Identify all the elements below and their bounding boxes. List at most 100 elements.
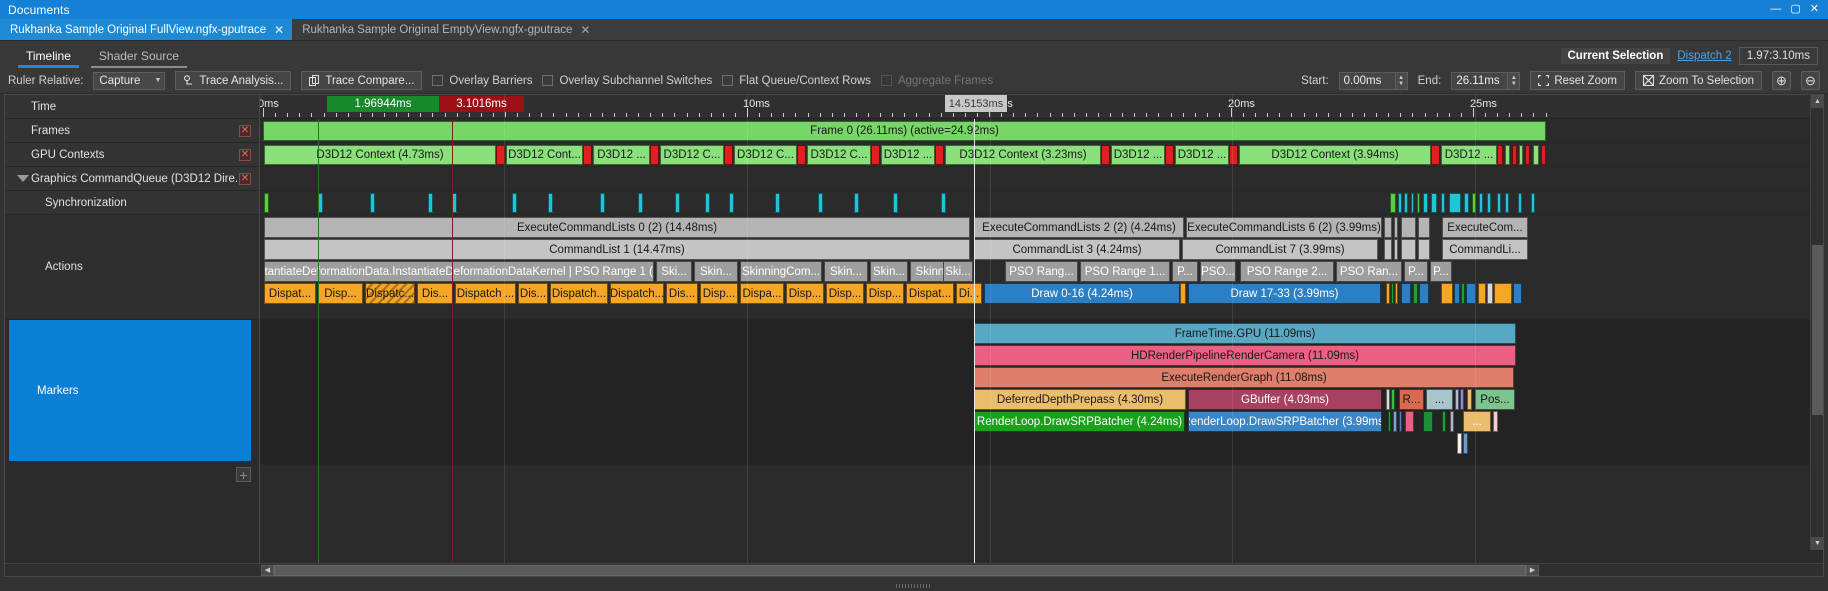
timeline-bar[interactable]: D3D12 Context (4.73ms) [264,145,496,165]
timeline-bar[interactable]: Ski... [943,261,973,282]
timeline-bar[interactable] [1418,239,1430,260]
timeline-track-area[interactable]: 0ms5ms10ms15ms20ms25ms1.96944ms3.1016ms1… [260,95,1823,563]
close-icon[interactable]: ✕ [239,148,251,161]
timeline-bar[interactable]: D3D12 Context (3.94ms) [1239,145,1431,165]
timeline-bar[interactable] [1395,283,1398,304]
close-icon[interactable]: ✕ [1810,4,1819,15]
timeline-bar[interactable] [1531,193,1535,213]
timeline-bar[interactable] [818,193,823,213]
timeline-bar[interactable] [1505,145,1510,165]
timeline-bar[interactable] [1461,283,1465,304]
timeline-bar[interactable] [1487,193,1491,213]
start-time-stepper[interactable]: 0.00ms ▲ ▼ [1338,71,1408,90]
timeline-bar[interactable]: RenderLoop.DrawSRPBatcher (4.24ms) [974,411,1185,432]
timeline-bar[interactable] [1467,389,1472,410]
zoom-in-button[interactable]: ⊕ [1772,71,1791,90]
timeline-bar[interactable] [1494,283,1512,304]
timeline-bar[interactable] [650,145,659,165]
timeline-bar[interactable]: Pos... [1475,389,1515,410]
timeline-bar[interactable]: CommandList 7 (3.99ms) [1182,239,1378,260]
tab-shader-source[interactable]: Shader Source [85,46,193,68]
timeline-bar[interactable]: Skin... [694,261,738,282]
trace-compare-button[interactable]: Trace Compare... [301,71,423,90]
timeline-bar[interactable] [893,193,898,213]
timeline-cursor-line[interactable] [452,119,453,563]
timeline-bar[interactable] [1463,433,1468,454]
maximize-icon[interactable]: ▢ [1790,4,1800,15]
timeline-bar[interactable] [1405,411,1414,432]
horizontal-scrollbar[interactable]: ◀ ▶ [5,563,1823,576]
timeline-bar[interactable]: PSO Range 2... [1240,261,1334,282]
timeline-bar[interactable] [941,193,946,213]
timeline-bar[interactable] [1431,145,1440,165]
reset-zoom-button[interactable]: Reset Zoom [1530,71,1625,90]
timeline-bar[interactable] [1386,283,1390,304]
timeline-cursor-line[interactable] [318,119,319,563]
timeline-bar[interactable]: ... [1426,389,1453,410]
close-icon[interactable]: ✕ [239,172,251,185]
timeline-cursor-line[interactable] [974,119,975,563]
timeline-bar[interactable] [1460,389,1464,410]
document-tab-emptyview[interactable]: Rukhanka Sample Original EmptyView.ngfx-… [292,19,599,40]
timeline-bar[interactable] [1423,411,1433,432]
end-time-spin-buttons[interactable]: ▲ ▼ [1507,71,1521,90]
ruler-selection-end-pill[interactable]: 3.1016ms [439,96,524,112]
timeline-bar[interactable] [1394,239,1398,260]
timeline-bar[interactable] [1401,217,1416,238]
timeline-bar[interactable]: Dispatch ... [455,283,516,304]
row-header-time[interactable]: Time [5,95,259,119]
close-icon[interactable]: ✕ [274,23,284,37]
timeline-bar[interactable]: Dispat... [906,283,954,304]
timeline-bar[interactable]: D3D12 Cont... [506,145,583,165]
timeline-bar[interactable]: D3D12 C... [734,145,797,165]
timeline-bar[interactable]: ExecuteCommandLists 0 (2) (14.48ms) [264,217,970,238]
timeline-bar[interactable]: CommandLi... [1442,239,1528,260]
end-time-stepper[interactable]: 26.11ms ▲ ▼ [1451,71,1521,90]
ruler-selection-start-pill[interactable]: 1.96944ms [327,96,439,112]
timeline-bar[interactable] [1449,193,1461,213]
timeline-bar[interactable] [1165,145,1174,165]
timeline-bar[interactable] [1401,239,1416,260]
timeline-bar[interactable] [1390,193,1396,213]
timeline-bar[interactable] [1418,217,1430,238]
row-header-actions[interactable]: Actions [5,215,259,320]
document-tab-fullview[interactable]: Rukhanka Sample Original FullView.ngfx-g… [0,19,293,40]
timeline-bar[interactable] [1411,193,1414,213]
timeline-bar[interactable] [1386,389,1390,410]
timeline-bar[interactable] [1384,217,1392,238]
timeline-bar[interactable] [638,193,643,213]
timeline-bar[interactable]: PSO... [1200,261,1236,282]
timeline-bar[interactable]: PSO Rang... [1005,261,1078,282]
timeline-bar[interactable] [1457,433,1462,454]
timeline-bar[interactable]: CommandList 1 (14.47ms) [264,239,970,260]
timeline-bar[interactable] [797,145,806,165]
timeline-bar[interactable] [1399,411,1402,432]
timeline-bar[interactable] [1525,145,1530,165]
timeline-bar[interactable] [1454,283,1460,304]
minimize-icon[interactable]: — [1770,4,1781,15]
timeline-bar[interactable] [1513,283,1522,304]
spin-down-icon[interactable]: ▼ [1511,81,1517,87]
end-time-value[interactable]: 26.11ms [1451,71,1508,90]
timeline-bar[interactable] [1533,145,1539,165]
zoom-out-button[interactable]: ⊖ [1801,71,1820,90]
overlay-barriers-checkbox[interactable]: Overlay Barriers [432,75,532,87]
timeline-bar[interactable]: RenderLoop.DrawSRPBatcher (3.99ms) [1188,411,1382,432]
zoom-to-selection-button[interactable]: Zoom To Selection [1634,71,1762,90]
timeline-bar[interactable]: D3D12 ... [1111,145,1165,165]
timeline-bar[interactable] [1423,193,1428,213]
time-ruler[interactable]: 0ms5ms10ms15ms20ms25ms1.96944ms3.1016ms1… [260,95,1823,119]
timeline-bar[interactable] [1541,145,1546,165]
timeline-bar[interactable]: Dispatch... [610,283,664,304]
overlay-subchannel-checkbox[interactable]: Overlay Subchannel Switches [542,75,712,87]
timeline-bar[interactable] [1497,145,1503,165]
timeline-bar[interactable]: Dis... [417,283,453,304]
timeline-bar[interactable] [1512,145,1517,165]
timeline-bar[interactable]: HDRenderPipelineRenderCamera (11.09ms) [974,345,1516,366]
timeline-bar[interactable] [264,193,269,213]
scroll-down-icon[interactable]: ▼ [1811,537,1823,550]
timeline-bar[interactable] [1404,193,1408,213]
timeline-bar[interactable]: ... [1463,411,1491,432]
timeline-bar[interactable] [1419,283,1429,304]
timeline-bar[interactable]: PSO Range 1... [1080,261,1170,282]
